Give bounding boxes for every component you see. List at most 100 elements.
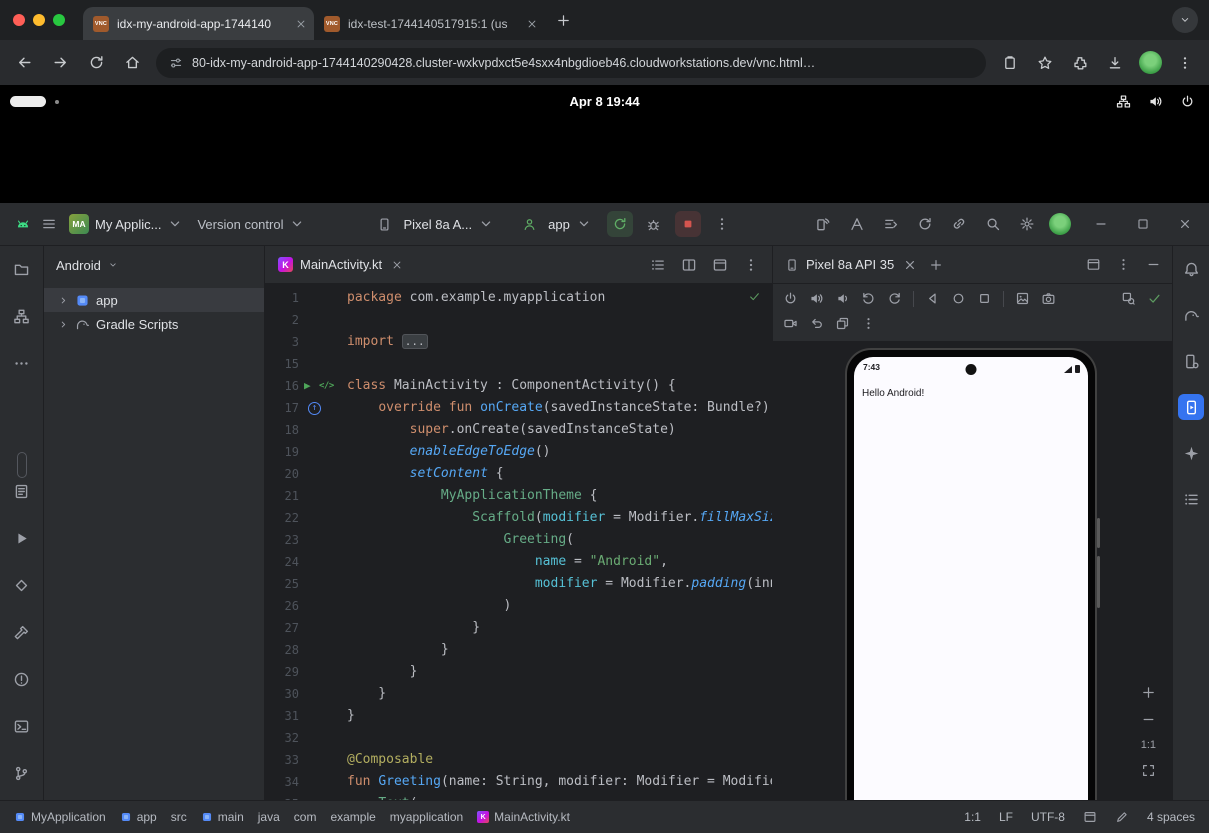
reload-icon[interactable] xyxy=(82,49,110,77)
close-icon[interactable] xyxy=(1171,210,1199,238)
breadcrumb-item[interactable]: java xyxy=(258,810,280,824)
expand-chevron-icon[interactable] xyxy=(58,319,69,330)
file-encoding[interactable]: UTF-8 xyxy=(1031,810,1065,824)
forward-icon[interactable] xyxy=(46,49,74,77)
translations-icon[interactable] xyxy=(843,210,871,238)
close-window-button[interactable] xyxy=(13,14,25,26)
browser-menu-icon[interactable] xyxy=(1171,49,1199,77)
tab-search-button[interactable] xyxy=(1172,7,1198,33)
zoom-mode-icon[interactable] xyxy=(1121,291,1136,306)
build-tool-icon[interactable] xyxy=(9,619,35,645)
zoom-out-icon[interactable] xyxy=(1141,712,1156,727)
project-tool-icon[interactable] xyxy=(9,256,35,282)
add-device-tab-icon[interactable] xyxy=(929,258,943,272)
volume-up-icon[interactable] xyxy=(809,291,824,306)
run-line-icon[interactable]: ▶ xyxy=(304,375,311,397)
project-view-selector[interactable]: Android xyxy=(44,246,264,284)
search-everywhere-icon[interactable] xyxy=(979,210,1007,238)
breadcrumb-item[interactable]: myapplication xyxy=(390,810,463,824)
pair-devices-icon[interactable] xyxy=(809,210,837,238)
breadcrumb-item[interactable]: com xyxy=(294,810,317,824)
debug-button[interactable] xyxy=(641,211,667,237)
reset-device-icon[interactable] xyxy=(809,316,824,331)
split-editor-icon[interactable] xyxy=(681,257,697,273)
hide-panel-icon[interactable] xyxy=(1146,257,1161,272)
logcat-tool-icon[interactable] xyxy=(9,478,35,504)
volume-icon[interactable] xyxy=(1148,94,1163,109)
tab-close-icon[interactable] xyxy=(526,18,538,30)
rotate-left-icon[interactable] xyxy=(861,291,876,306)
breadcrumb-item[interactable]: app xyxy=(120,810,157,824)
inspections-ok-icon[interactable] xyxy=(748,290,761,303)
build-variants-icon[interactable] xyxy=(877,210,905,238)
annotate-icon[interactable] xyxy=(1115,810,1129,824)
camera-icon[interactable] xyxy=(1041,291,1056,306)
stop-button[interactable] xyxy=(675,211,701,237)
run-button[interactable] xyxy=(607,211,633,237)
run-config-selector[interactable]: app xyxy=(509,210,599,238)
settings-icon[interactable] xyxy=(1013,210,1041,238)
main-menu-icon[interactable] xyxy=(36,211,62,237)
user-avatar[interactable] xyxy=(1049,213,1071,235)
close-device-tab-icon[interactable] xyxy=(903,258,917,272)
minimize-window-button[interactable] xyxy=(33,14,45,26)
stripe-resize-handle[interactable] xyxy=(17,452,27,478)
notifications-icon[interactable] xyxy=(1178,256,1204,282)
editor-tab[interactable]: K MainActivity.kt xyxy=(265,246,413,284)
structure-tool-icon[interactable] xyxy=(9,303,35,329)
panel-layout-icon[interactable] xyxy=(1086,257,1101,272)
override-marker-icon[interactable]: ↑ xyxy=(308,402,321,415)
android-overview-icon[interactable] xyxy=(977,291,992,306)
project-tree-item[interactable]: Gradle Scripts xyxy=(44,312,264,336)
caret-position[interactable]: 1:1 xyxy=(964,810,981,824)
minimize-icon[interactable] xyxy=(1087,210,1115,238)
expand-chevron-icon[interactable] xyxy=(58,295,69,306)
browser-tab[interactable]: VNCidx-my-android-app-1744140 xyxy=(83,7,314,40)
device-power-icon[interactable] xyxy=(783,291,798,306)
panel-options-icon[interactable] xyxy=(1116,257,1131,272)
screen-record-icon[interactable] xyxy=(783,316,798,331)
fullscreen-window-button[interactable] xyxy=(53,14,65,26)
editor-options-icon[interactable] xyxy=(743,257,759,273)
back-icon[interactable] xyxy=(10,49,38,77)
run-tool-icon[interactable] xyxy=(9,525,35,551)
device-tab[interactable]: Pixel 8a API 35 xyxy=(773,246,923,284)
address-bar[interactable]: 80-idx-my-android-app-1744140290428.clus… xyxy=(156,48,986,78)
more-tools-icon[interactable] xyxy=(9,350,35,376)
close-tab-icon[interactable] xyxy=(391,259,403,271)
android-home-icon[interactable] xyxy=(951,291,966,306)
device-ready-check-icon[interactable] xyxy=(1147,291,1162,306)
bookmark-star-icon[interactable] xyxy=(1031,49,1059,77)
gemini-icon[interactable] xyxy=(1178,440,1204,466)
screenshot-icon[interactable] xyxy=(1015,291,1030,306)
gradle-tool-icon[interactable] xyxy=(1178,302,1204,328)
detach-editor-icon[interactable] xyxy=(712,257,728,273)
problems-tool-icon[interactable] xyxy=(9,666,35,692)
connections-icon[interactable] xyxy=(1116,94,1131,109)
home-icon[interactable] xyxy=(118,49,146,77)
tab-close-icon[interactable] xyxy=(295,18,307,30)
sync-project-icon[interactable] xyxy=(911,210,939,238)
breadcrumb-item[interactable]: src xyxy=(171,810,187,824)
breadcrumb-item[interactable]: example xyxy=(330,810,375,824)
device-more-icon[interactable] xyxy=(861,316,876,331)
todo-tool-icon[interactable] xyxy=(1178,486,1204,512)
project-selector[interactable]: MA My Applic... xyxy=(62,210,190,238)
site-settings-icon[interactable] xyxy=(169,56,183,70)
code-with-me-icon[interactable] xyxy=(945,210,973,238)
phone-screen[interactable]: 7:43 Hello Android! xyxy=(854,357,1088,833)
breadcrumb-item[interactable]: MyApplication xyxy=(14,810,106,824)
line-separator[interactable]: LF xyxy=(999,810,1013,824)
open-tabs-list-icon[interactable] xyxy=(650,257,666,273)
running-devices-icon[interactable] xyxy=(1178,394,1204,420)
code-area[interactable]: 1package com.example.myapplication23impo… xyxy=(265,284,772,800)
fit-screen-icon[interactable] xyxy=(1141,763,1156,778)
compose-preview-icon[interactable]: </> xyxy=(319,375,334,397)
project-tree-item[interactable]: app xyxy=(44,288,264,312)
rotate-right-icon[interactable] xyxy=(887,291,902,306)
version-control-tool-icon[interactable] xyxy=(9,760,35,786)
vcs-selector[interactable]: Version control xyxy=(190,210,312,238)
device-selector[interactable]: Pixel 8a A... xyxy=(364,210,501,238)
extensions-icon[interactable] xyxy=(1066,49,1094,77)
volume-down-icon[interactable] xyxy=(835,291,850,306)
